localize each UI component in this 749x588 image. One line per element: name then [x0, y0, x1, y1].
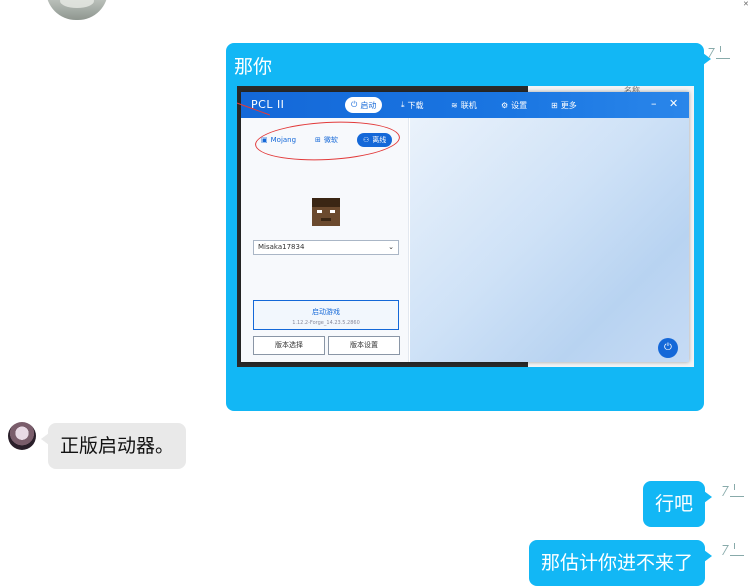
- self-avatar-2[interactable]: [717, 484, 746, 498]
- nav-online[interactable]: ≋ 联机: [451, 97, 477, 113]
- avatar-top[interactable]: [46, 0, 108, 20]
- pcl-titlebar: PCL II ⏻ 启动 ⤓ 下载 ≋ 联机 ⚙ 设置 ⊞ 更多 – ✕: [241, 92, 689, 118]
- message-bubble-friend[interactable]: 正版启动器。: [40, 423, 187, 469]
- pcl-right-panel: ⏻: [410, 118, 689, 362]
- power-icon: ⏻: [351, 100, 358, 109]
- version-settings-button[interactable]: 版本设置: [328, 336, 400, 355]
- embedded-screenshot[interactable]: 名称 PCL II ⏻ 启动 ⤓ 下载 ≋ 联机 ⚙ 设置 ⊞ 更多 – ✕ ▣…: [237, 86, 694, 367]
- nav-download[interactable]: ⤓ 下载: [401, 97, 424, 113]
- player-skin-avatar: [312, 198, 340, 226]
- nav-more-label: 更多: [560, 100, 577, 110]
- pcl-left-panel: ▣ Mojang ⊞ 微软 ⚇ 离线 Misaka17834 ⌄ 启动游戏 1.…: [237, 101, 409, 362]
- grid-icon: ⊞: [551, 100, 558, 110]
- minimize-button[interactable]: –: [651, 97, 657, 110]
- message-text: 正版启动器。: [60, 435, 175, 457]
- message-bubble-self[interactable]: 行吧: [643, 481, 713, 527]
- message-bubble-self[interactable]: 那估计你进不来了: [529, 540, 713, 586]
- chevron-down-icon: ⌄: [388, 243, 394, 251]
- self-avatar-3[interactable]: [717, 543, 746, 557]
- nav-download-label: 下载: [407, 100, 424, 110]
- self-avatar-1[interactable]: [703, 46, 732, 60]
- nav-settings[interactable]: ⚙ 设置: [501, 97, 527, 113]
- pcl-launcher-window: PCL II ⏻ 启动 ⤓ 下载 ≋ 联机 ⚙ 设置 ⊞ 更多 – ✕ ▣ Mo…: [237, 92, 689, 362]
- username-select[interactable]: Misaka17834 ⌄: [253, 240, 399, 255]
- message-text: 行吧: [655, 493, 694, 515]
- nav-launch-label: 启动: [360, 100, 377, 110]
- message-text: 那估计你进不来了: [541, 552, 694, 574]
- message-text: 那你: [234, 56, 273, 78]
- self-avatar-mark-top: ✕: [743, 0, 749, 8]
- nav-more[interactable]: ⊞ 更多: [551, 97, 577, 113]
- wifi-icon: ≋: [451, 100, 458, 110]
- close-button[interactable]: ✕: [669, 97, 678, 110]
- nav-settings-label: 设置: [511, 100, 528, 110]
- version-select-button[interactable]: 版本选择: [253, 336, 325, 355]
- red-annotation-circle: [254, 118, 401, 164]
- power-icon[interactable]: ⏻: [658, 338, 678, 358]
- nav-online-label: 联机: [460, 100, 477, 110]
- download-icon: ⤓: [401, 100, 405, 109]
- launch-game-button[interactable]: 启动游戏 1.12.2-Forge_14.23.5.2860: [253, 300, 399, 330]
- friend-avatar[interactable]: [8, 422, 36, 450]
- message-ellipsis: ……: [234, 419, 264, 437]
- username-value: Misaka17834: [258, 243, 305, 251]
- launch-game-label: 启动游戏: [312, 308, 340, 316]
- launch-game-version: 1.12.2-Forge_14.23.5.2860: [292, 320, 360, 326]
- nav-launch[interactable]: ⏻ 启动: [345, 97, 383, 113]
- gear-icon: ⚙: [501, 100, 509, 110]
- chat-window: ✕ 那你 …… 名称 PCL II ⏻ 启动 ⤓ 下载 ≋ 联机 ⚙ 设置 ⊞ …: [0, 0, 749, 588]
